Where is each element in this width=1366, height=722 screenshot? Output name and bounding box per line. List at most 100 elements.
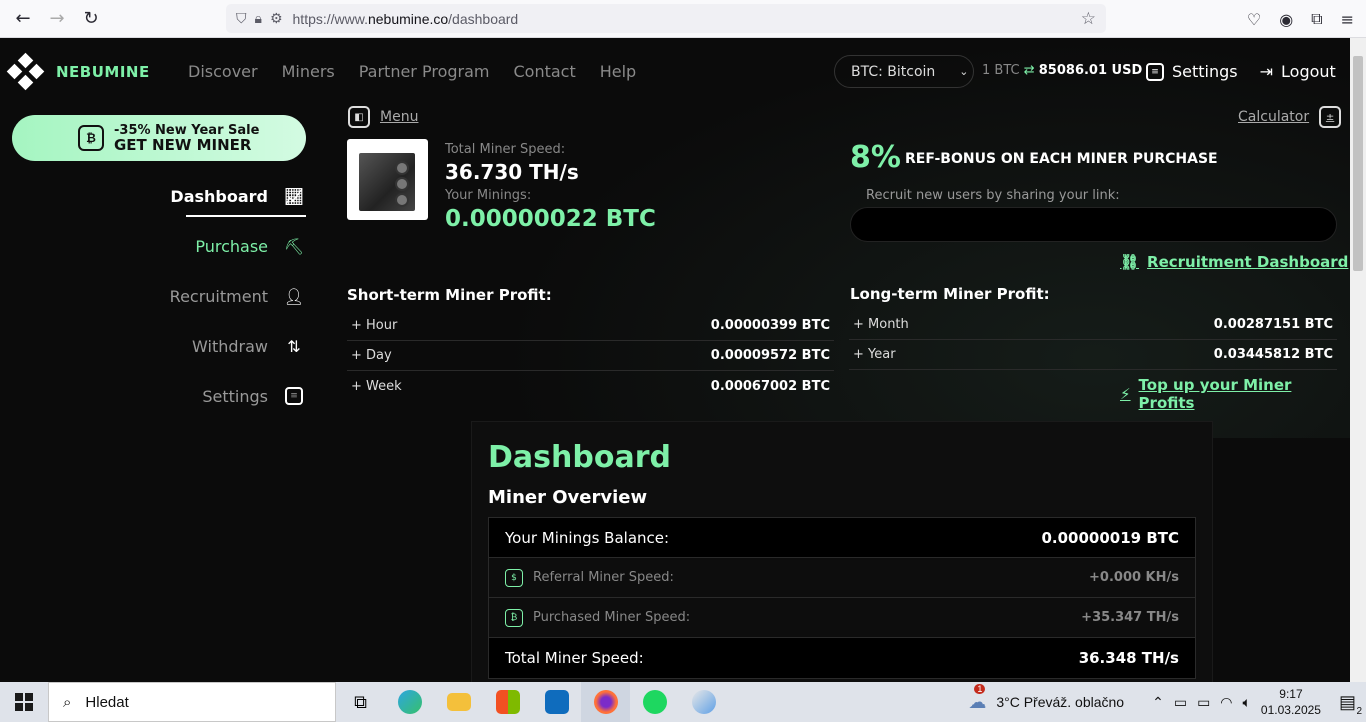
firefox-icon[interactable] [581, 682, 630, 722]
overview-table: Your Minings Balance: 0.00000019 BTC $ Ref… [488, 517, 1196, 679]
long-term-title: Long-term Miner Profit: [850, 285, 1050, 303]
profit-row-month: + Month 0.00287151 BTC [849, 310, 1337, 340]
paint-icon[interactable] [679, 682, 728, 722]
store-icon[interactable] [483, 682, 532, 722]
total-speed-label: Total Miner Speed: [445, 142, 566, 157]
page-scrollbar[interactable] [1350, 38, 1366, 682]
meet-icon[interactable]: ▭ [1174, 694, 1187, 711]
miner-image [347, 139, 428, 220]
calculator-link[interactable]: Calculator ± [1238, 106, 1342, 128]
nav-help[interactable]: Help [600, 62, 636, 81]
minings-value: 0.00000022 BTC [445, 206, 656, 232]
sidebar-item-purchase[interactable]: Purchase ⛏ [195, 234, 306, 258]
logo-text: NEBUMINE [56, 63, 150, 81]
logo[interactable]: NEBUMINE [6, 52, 150, 91]
address-bar[interactable]: ⛉ 🔒︎ ⚙ https://www.nebumine.co/dashboard… [226, 4, 1106, 33]
short-term-title: Short-term Miner Profit: [347, 286, 552, 304]
bitcoin-chip-icon: ₿ [505, 608, 523, 627]
sale-cta: GET NEW MINER [114, 136, 252, 154]
dashboard-title: Dashboard [488, 440, 671, 475]
edge-icon[interactable] [385, 682, 434, 722]
logout-link[interactable]: ⇥ Logout [1260, 62, 1336, 81]
active-underline [186, 215, 306, 217]
pickaxe-icon: ⛏ [283, 236, 305, 256]
recruitment-dashboard-link[interactable]: ⛓ Recruitment Dashboard [1120, 253, 1348, 271]
exchange-rate: 1 BTC ⇄ 85086.01 USD [982, 63, 1143, 78]
back-icon[interactable]: ← [6, 2, 40, 36]
nav-contact[interactable]: Contact [513, 62, 575, 81]
browser-toolbar: ← → ↻ ⛉ 🔒︎ ⚙ https://www.nebumine.co/das… [0, 0, 1366, 38]
nav-discover[interactable]: Discover [188, 62, 258, 81]
taskbar-search[interactable]: ⌕ Hledat [48, 682, 336, 722]
search-icon: ⌕ [63, 693, 72, 711]
taskbar: ⌕ Hledat ⧉ ☁ 1 3°C Převáž. oblačno ⌃ ▭ ▭ … [0, 682, 1366, 722]
windows-start-icon[interactable] [0, 682, 48, 722]
calculator-icon: ± [1319, 106, 1342, 128]
clock[interactable]: 9:17 01.03.2025 [1261, 686, 1321, 718]
account-icon[interactable]: ◉ [1279, 10, 1293, 29]
swap-icon: ⇄ [1023, 63, 1035, 78]
permissions-icon[interactable]: ⚙ [270, 11, 283, 27]
top-nav: Discover Miners Partner Program Contact … [188, 62, 636, 81]
sidebar-toggle-icon: ◧ [348, 106, 370, 128]
file-explorer-icon[interactable] [434, 682, 483, 722]
top-up-profits-link[interactable]: ⚡︎ Top up your Miner Profits [1120, 376, 1350, 412]
pocket-icon[interactable]: ♡ [1247, 10, 1261, 29]
battery-icon[interactable]: ▭ [1197, 694, 1210, 711]
sidebar-item-withdraw[interactable]: Withdraw ⇅ [192, 334, 306, 358]
referral-speed-icon: $ [505, 568, 523, 587]
spotify-icon[interactable] [630, 682, 679, 722]
ref-link-label: Recruit new users by sharing your link: [866, 188, 1120, 203]
profit-row-year: + Year 0.03445812 BTC [849, 340, 1337, 370]
extensions-icon[interactable]: ⧉ [1311, 9, 1322, 29]
lock-icon: 🔒︎ [254, 10, 262, 27]
minings-label: Your Minings: [445, 188, 532, 203]
table-row: $ Referral Miner Speed: +0.000 KH/s [489, 558, 1195, 598]
menu-toggle[interactable]: ◧ Menu [348, 106, 418, 128]
profit-row-day: + Day 0.00009572 BTC [347, 341, 834, 371]
speaker-icon[interactable]: 🔈︎ [1243, 694, 1251, 711]
bookmark-star-icon[interactable]: ☆ [1081, 9, 1096, 29]
ref-bonus-percent: 8% [850, 140, 901, 175]
nav-miners[interactable]: Miners [282, 62, 335, 81]
coin-select[interactable]: BTC: Bitcoin ⌄ [834, 55, 974, 88]
network-icon: ⛓ [1120, 253, 1140, 271]
menu-icon[interactable]: ≡ [1341, 10, 1354, 29]
lightning-icon: ⚡︎ [1120, 385, 1131, 403]
wifi-icon[interactable]: ◠ [1220, 694, 1232, 711]
table-row: Your Minings Balance: 0.00000019 BTC [489, 518, 1195, 558]
ref-bonus-text: REF-BONUS ON EACH MINER PURCHASE [905, 151, 1218, 167]
logo-icon [6, 52, 45, 91]
settings-icon: ≡ [1146, 62, 1164, 81]
profit-row-hour: + Hour 0.00000399 BTC [347, 311, 834, 341]
weather-text[interactable]: 3°C Převáž. oblačno [996, 694, 1124, 710]
total-speed-value: 36.730 TH/s [445, 160, 579, 184]
url-text: https://www.nebumine.co/dashboard [292, 10, 519, 27]
bitcoin-chip-icon: ₿ [78, 125, 104, 151]
notification-icon[interactable]: ▤ 2 [1339, 692, 1362, 717]
get-new-miner-button[interactable]: ₿ -35% New Year Sale GET NEW MINER [12, 115, 306, 161]
system-tray: ☁ 1 3°C Převáž. oblačno ⌃ ▭ ▭ ◠ 🔈︎ 9:17 0… [968, 682, 1366, 722]
website: NEBUMINE Discover Miners Partner Program… [0, 38, 1350, 682]
reload-icon[interactable]: ↻ [74, 2, 108, 36]
task-view-icon[interactable]: ⧉ [336, 682, 385, 722]
table-row: Total Miner Speed: 36.348 TH/s [505, 649, 1179, 667]
nav-partner-program[interactable]: Partner Program [359, 62, 490, 81]
profit-row-week: + Week 0.00067002 BTC [351, 378, 830, 394]
logout-icon: ⇥ [1259, 62, 1274, 81]
sidebar-item-recruitment[interactable]: Recruitment 👤︎ [170, 284, 306, 308]
referral-link-field[interactable] [850, 207, 1337, 242]
exchange-icon: ⇅ [287, 336, 301, 356]
settings-link[interactable]: ≡ Settings [1146, 62, 1238, 81]
table-row: ₿ Purchased Miner Speed: +35.347 TH/s [489, 598, 1195, 638]
sidebar-item-dashboard[interactable]: Dashboard 📈︎ [170, 184, 306, 208]
forward-icon[interactable]: → [40, 2, 74, 36]
chevron-down-icon: ⌄ [959, 65, 969, 78]
weather-icon[interactable]: ☁ 1 [968, 683, 986, 713]
scroll-thumb[interactable] [1353, 56, 1363, 271]
outlook-icon[interactable] [532, 682, 581, 722]
chart-icon: 📈︎ [283, 186, 305, 206]
add-user-icon: 👤︎ [283, 286, 305, 306]
sidebar-item-settings[interactable]: Settings ≡ [202, 384, 306, 408]
chevron-up-icon[interactable]: ⌃ [1152, 694, 1164, 711]
